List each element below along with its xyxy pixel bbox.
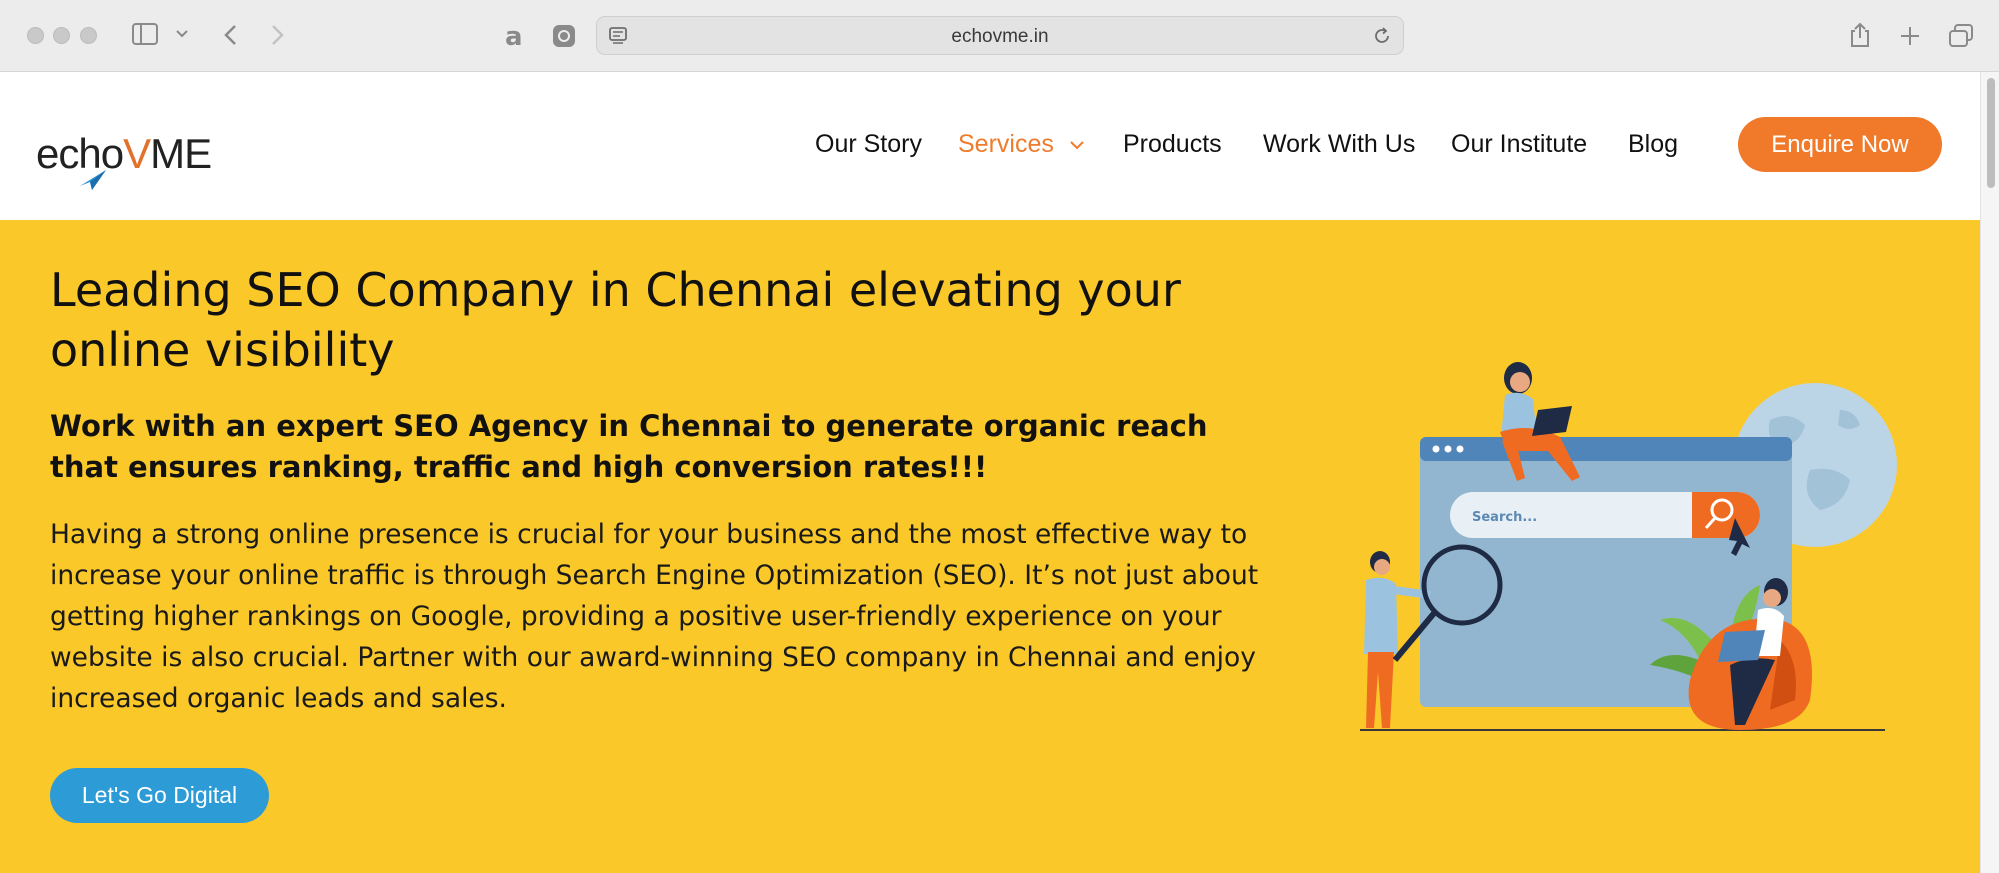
reload-icon[interactable] (1371, 25, 1393, 47)
back-icon[interactable] (218, 22, 242, 48)
lets-go-digital-button[interactable]: Let's Go Digital (50, 768, 269, 823)
nav-our-institute[interactable]: Our Institute (1451, 130, 1587, 159)
minimize-window-button[interactable] (53, 27, 70, 44)
enquire-now-button[interactable]: Enquire Now (1738, 117, 1942, 172)
url-text: echovme.in (951, 26, 1049, 47)
new-tab-icon[interactable] (1896, 22, 1924, 50)
hero-subtitle: Work with an expert SEO Agency in Chenna… (50, 409, 1208, 484)
logo-wordmark: echoVME (36, 130, 212, 177)
nav-services-label: Services (958, 130, 1054, 158)
hero-title: Leading SEO Company in Chennai elevating… (50, 263, 1181, 377)
nav-our-story[interactable]: Our Story (815, 130, 922, 159)
seo-illustration: Search... (1360, 362, 1897, 731)
chevron-down-icon (1070, 141, 1084, 150)
echovme-logo[interactable]: echoVME (36, 122, 212, 192)
nav-blog[interactable]: Blog (1628, 130, 1678, 159)
scrollbar-thumb[interactable] (1987, 78, 1995, 188)
extension-a-icon[interactable]: a (500, 22, 528, 50)
zoom-window-button[interactable] (80, 27, 97, 44)
nav-work-with-us[interactable]: Work With Us (1263, 130, 1415, 159)
forward-icon[interactable] (266, 22, 290, 48)
hero-section: Leading SEO Company in Chennai elevating… (0, 220, 1980, 873)
chevron-down-icon[interactable] (174, 26, 190, 42)
hero-body-text: Having a strong online presence is cruci… (50, 519, 1259, 714)
address-bar[interactable]: echovme.in (596, 16, 1404, 55)
close-window-button[interactable] (27, 27, 44, 44)
nav-products[interactable]: Products (1123, 130, 1222, 159)
illustration-search-text: Search... (1472, 510, 1537, 525)
paper-plane-icon (80, 170, 106, 190)
site-header: echoVME Our Story Services Products Work… (0, 72, 1980, 220)
extension-record-icon[interactable] (550, 22, 578, 50)
svg-text:a: a (505, 24, 523, 48)
tab-overview-icon[interactable] (1946, 22, 1976, 50)
nav-services[interactable]: Services (958, 130, 1085, 159)
share-icon[interactable] (1846, 20, 1874, 50)
browser-toolbar: a echovme.in (0, 0, 1999, 72)
page-scrollbar[interactable] (1980, 72, 1999, 873)
sidebar-toggle-icon[interactable] (131, 22, 159, 46)
